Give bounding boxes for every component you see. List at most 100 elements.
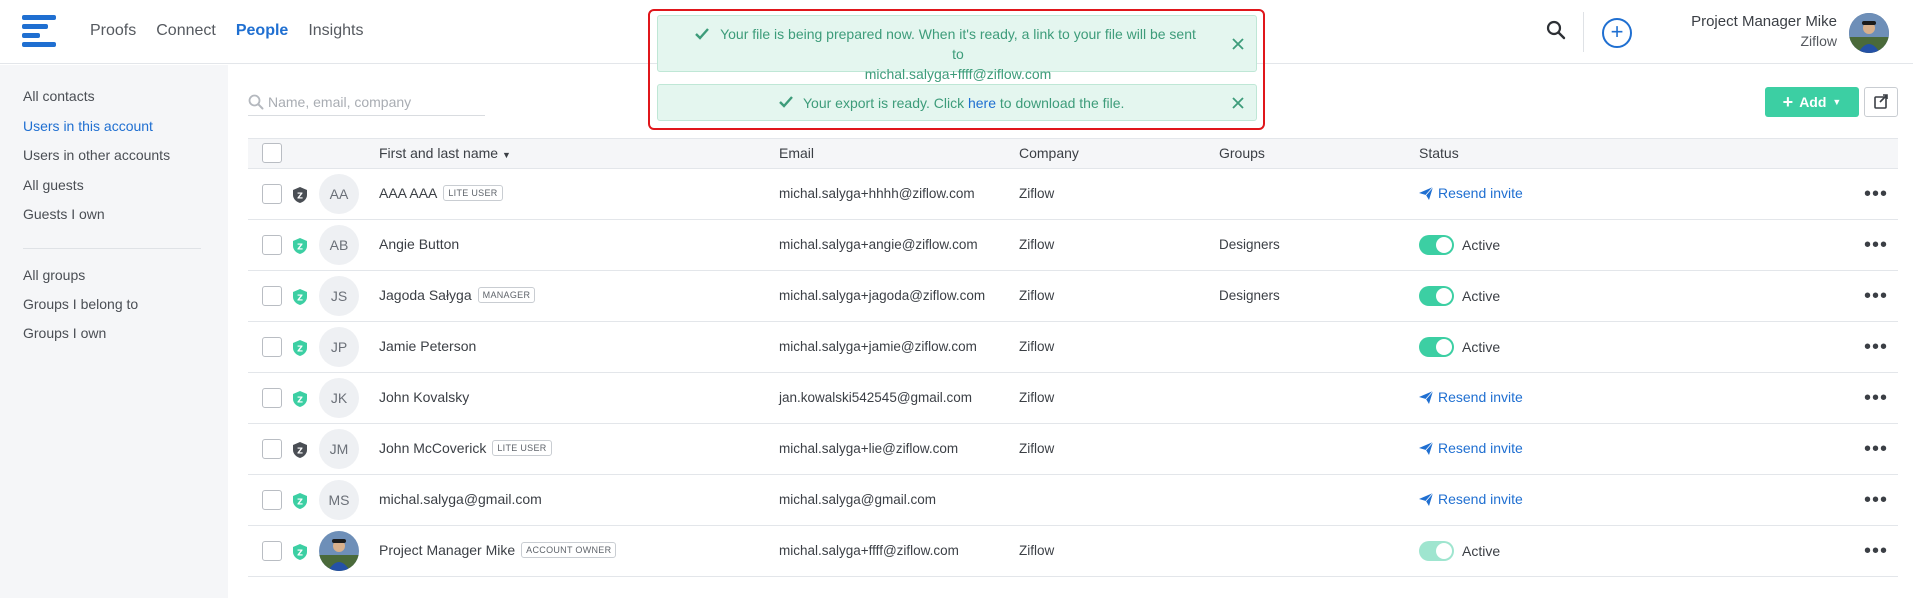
close-icon[interactable]: [1230, 36, 1246, 52]
row-checkbox[interactable]: [262, 184, 282, 204]
add-button-label: Add: [1799, 94, 1827, 110]
select-all-checkbox[interactable]: [262, 143, 282, 163]
role-badge: ACCOUNT OWNER: [521, 542, 617, 558]
active-toggle[interactable]: [1419, 337, 1454, 357]
email-cell: michal.salyga+ffff@ziflow.com: [779, 543, 959, 558]
column-header-groups[interactable]: Groups: [1219, 145, 1265, 161]
row-more-menu-icon[interactable]: •••: [1864, 336, 1888, 359]
avatar: MS: [319, 480, 359, 520]
plus-icon: +: [1782, 92, 1794, 112]
email-cell: michal.salyga+hhhh@ziflow.com: [779, 186, 975, 201]
row-checkbox[interactable]: [262, 235, 282, 255]
user-full-name[interactable]: Jamie Peterson: [379, 338, 476, 354]
table-row[interactable]: Z JK John Kovalsky jan.kowalski542545@gmail…: [248, 373, 1898, 424]
nav-proofs[interactable]: Proofs: [90, 22, 136, 40]
toast-prepared-line2: michal.salyga+ffff@ziflow.com: [864, 66, 1052, 82]
resend-invite-link[interactable]: Resend invite: [1419, 389, 1523, 405]
table-row[interactable]: Z JM John McCoverick LITE USER michal.salyga…: [248, 424, 1898, 475]
column-header-name[interactable]: First and last name ▼: [379, 145, 511, 161]
row-checkbox[interactable]: [262, 286, 282, 306]
sidebar-item-groups-i-belong-to[interactable]: Groups I belong to: [23, 296, 138, 312]
user-name[interactable]: Project Manager Mike: [1691, 13, 1837, 30]
row-more-menu-icon[interactable]: •••: [1864, 540, 1888, 563]
user-full-name[interactable]: Angie Button: [379, 236, 459, 252]
toast-file-prepared: Your file is being prepared now. When it…: [657, 15, 1257, 82]
user-full-name[interactable]: Project Manager Mike: [379, 542, 515, 558]
user-full-name[interactable]: John McCoverick: [379, 440, 486, 456]
user-full-name[interactable]: John Kovalsky: [379, 389, 469, 405]
status-text: Active: [1462, 237, 1501, 253]
toast-ready-text-before: Your export is ready. Click: [803, 95, 968, 111]
avatar: AB: [319, 225, 359, 265]
active-toggle[interactable]: [1419, 235, 1454, 255]
create-plus-icon[interactable]: +: [1602, 18, 1632, 48]
row-checkbox[interactable]: [262, 541, 282, 561]
sidebar-item-users-in-other-accounts[interactable]: Users in other accounts: [23, 147, 170, 163]
user-full-name[interactable]: AAA AAA: [379, 185, 437, 201]
sidebar-item-all-groups[interactable]: All groups: [23, 267, 85, 283]
search-input[interactable]: [268, 92, 483, 112]
row-more-menu-icon[interactable]: •••: [1864, 438, 1888, 461]
search-icon[interactable]: [1546, 20, 1566, 40]
avatar-initials: JK: [330, 390, 348, 406]
add-button[interactable]: + Add ▼: [1765, 87, 1859, 117]
nav-insights[interactable]: Insights: [308, 22, 363, 40]
svg-text:Z: Z: [297, 396, 303, 405]
export-button[interactable]: [1864, 87, 1898, 117]
row-more-menu-icon[interactable]: •••: [1864, 183, 1888, 206]
resend-invite-link[interactable]: Resend invite: [1419, 440, 1523, 456]
user-full-name[interactable]: Jagoda Sałyga: [379, 287, 472, 303]
column-header-email[interactable]: Email: [779, 145, 814, 161]
toast-ready-text-after: to download the file.: [996, 95, 1125, 111]
sidebar-item-guests-i-own[interactable]: Guests I own: [23, 206, 105, 222]
nav-connect[interactable]: Connect: [156, 22, 216, 40]
sidebar-item-all-guests[interactable]: All guests: [23, 177, 84, 193]
sidebar-item-users-in-this-account[interactable]: Users in this account: [23, 118, 153, 134]
table-row[interactable]: Z MS michal.salyga@gmail.com michal.salyga@…: [248, 475, 1898, 526]
email-cell: michal.salyga+jagoda@ziflow.com: [779, 288, 986, 303]
resend-invite-label: Resend invite: [1438, 440, 1523, 456]
nav-people[interactable]: People: [236, 22, 288, 40]
table-row[interactable]: Z AA AAA AAA LITE USER michal.salyga+hhhh@zi…: [248, 169, 1898, 220]
svg-text:Z: Z: [297, 345, 303, 354]
active-toggle: [1419, 541, 1454, 561]
row-checkbox[interactable]: [262, 439, 282, 459]
row-more-menu-icon[interactable]: •••: [1864, 234, 1888, 257]
table-row[interactable]: Z Project Manager Mike ACCOUNT OWNER michal…: [248, 526, 1898, 577]
row-more-menu-icon[interactable]: •••: [1864, 489, 1888, 512]
row-checkbox[interactable]: [262, 337, 282, 357]
status-text: Active: [1462, 288, 1501, 304]
role-badge: MANAGER: [477, 287, 536, 303]
row-more-menu-icon[interactable]: •••: [1864, 387, 1888, 410]
svg-text:Z: Z: [297, 192, 303, 201]
avatar: JS: [319, 276, 359, 316]
user-avatar[interactable]: [1849, 13, 1889, 53]
column-header-name-label: First and last name: [379, 145, 499, 161]
table-row[interactable]: Z AB Angie Button michal.salyga+angie@ziflo…: [248, 220, 1898, 271]
resend-invite-link[interactable]: Resend invite: [1419, 491, 1523, 507]
sidebar-item-groups-i-own[interactable]: Groups I own: [23, 325, 106, 341]
sidebar-item-all-contacts[interactable]: All contacts: [23, 88, 95, 104]
avatar-initials: JP: [330, 339, 348, 355]
avatar-initials: AB: [329, 237, 349, 253]
close-icon[interactable]: [1230, 95, 1246, 111]
column-header-company[interactable]: Company: [1019, 145, 1079, 161]
table-row[interactable]: Z JP Jamie Peterson michal.salyga+jamie@zif…: [248, 322, 1898, 373]
row-checkbox[interactable]: [262, 490, 282, 510]
avatar: JP: [319, 327, 359, 367]
user-full-name[interactable]: michal.salyga@gmail.com: [379, 491, 542, 507]
active-toggle[interactable]: [1419, 286, 1454, 306]
table-row[interactable]: Z JS Jagoda Sałyga MANAGER michal.salyga+jag…: [248, 271, 1898, 322]
table-header: First and last name ▼ Email Company Grou…: [248, 138, 1898, 169]
row-checkbox[interactable]: [262, 388, 282, 408]
row-more-menu-icon[interactable]: •••: [1864, 285, 1888, 308]
resend-invite-link[interactable]: Resend invite: [1419, 185, 1523, 201]
people-search: [248, 90, 485, 116]
company-cell: Ziflow: [1019, 339, 1055, 354]
column-header-status[interactable]: Status: [1419, 145, 1459, 161]
ziflow-logo-icon[interactable]: [22, 15, 56, 47]
download-here-link[interactable]: here: [968, 95, 996, 111]
shield-icon: Z: [293, 289, 307, 305]
avatar: JK: [319, 378, 359, 418]
groups-cell: Designers: [1219, 288, 1280, 303]
